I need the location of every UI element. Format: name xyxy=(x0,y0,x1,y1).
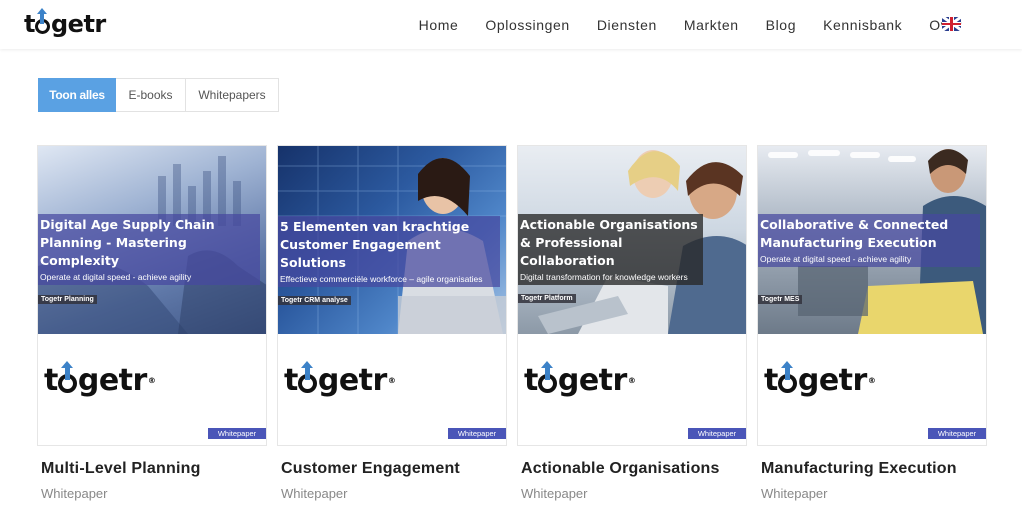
main-nav: Home Oplossingen Diensten Markten Blog K… xyxy=(392,0,962,49)
cover-title: Digital Age Supply Chain Planning - Mast… xyxy=(40,217,215,268)
whitepaper-badge: Whitepaper xyxy=(928,428,986,439)
cover-title-band: Actionable Organisations & Professional … xyxy=(518,214,703,285)
card-cover[interactable]: 5 Elementen van krachtige Customer Engag… xyxy=(277,145,507,446)
card-actionable-organisations[interactable]: Actionable Organisations & Professional … xyxy=(517,145,747,501)
card-title[interactable]: Multi-Level Planning xyxy=(41,460,267,478)
cover-subtitle: Digital transformation for knowledge wor… xyxy=(520,272,688,282)
cover-logo: t getr ® xyxy=(764,361,876,398)
cover-tag: Togetr MES xyxy=(758,295,803,304)
nav-home[interactable]: Home xyxy=(419,17,459,33)
card-type: Whitepaper xyxy=(281,486,348,501)
card-cover[interactable]: Actionable Organisations & Professional … xyxy=(517,145,747,446)
site-header: t getr Home Oplossingen Diensten Markten … xyxy=(0,0,1022,49)
whitepaper-badge: Whitepaper xyxy=(448,428,506,439)
card-customer-engagement[interactable]: 5 Elementen van krachtige Customer Engag… xyxy=(277,145,507,501)
cover-title: Collaborative & Connected Manufacturing … xyxy=(760,217,949,250)
card-multi-level-planning[interactable]: Digital Age Supply Chain Planning - Mast… xyxy=(37,145,267,501)
cover-subtitle: Operate at digital speed - achieve agili… xyxy=(760,254,912,264)
card-type: Whitepaper xyxy=(761,486,828,501)
nav-blog[interactable]: Blog xyxy=(766,17,796,33)
cover-tag: Togetr Platform xyxy=(518,294,576,303)
logo-arrow-icon xyxy=(538,361,558,393)
cover-tag: Togetr Planning xyxy=(38,295,97,304)
card-type: Whitepaper xyxy=(41,486,108,501)
whitepaper-badge: Whitepaper xyxy=(688,428,746,439)
card-title[interactable]: Customer Engagement xyxy=(281,460,507,478)
filter-whitepapers[interactable]: Whitepapers xyxy=(186,78,279,112)
cover-logo: t getr ® xyxy=(284,361,396,398)
cover-title: Actionable Organisations & Professional … xyxy=(520,217,698,268)
nav-diensten[interactable]: Diensten xyxy=(597,17,657,33)
cover-subtitle: Operate at digital speed - achieve agili… xyxy=(40,272,192,282)
cover-subtitle: Effectieve commerciële workforce – agile… xyxy=(280,274,483,284)
whitepaper-badge: Whitepaper xyxy=(208,428,266,439)
filter-show-all[interactable]: Toon alles xyxy=(38,78,116,112)
cover-title: 5 Elementen van krachtige Customer Engag… xyxy=(280,219,470,270)
cover-logo: t getr ® xyxy=(524,361,636,398)
card-title[interactable]: Manufacturing Execution xyxy=(761,460,987,478)
card-cover[interactable]: Digital Age Supply Chain Planning - Mast… xyxy=(37,145,267,446)
uk-flag-icon[interactable] xyxy=(942,17,961,31)
cover-logo: t getr ® xyxy=(44,361,156,398)
logo-arrow-icon xyxy=(298,361,318,393)
card-cover[interactable]: Collaborative & Connected Manufacturing … xyxy=(757,145,987,446)
logo-arrow-icon xyxy=(778,361,798,393)
filter-ebooks[interactable]: E-books xyxy=(116,78,186,112)
nav-markten[interactable]: Markten xyxy=(684,17,739,33)
cover-tag: Togetr CRM analyse xyxy=(278,296,351,305)
nav-oplossingen[interactable]: Oplossingen xyxy=(485,17,569,33)
cover-title-band: 5 Elementen van krachtige Customer Engag… xyxy=(278,216,500,287)
filter-bar: Toon alles E-books Whitepapers xyxy=(38,78,279,112)
logo-wordmark: t getr xyxy=(24,7,106,38)
nav-kennisbank[interactable]: Kennisbank xyxy=(823,17,902,33)
card-type: Whitepaper xyxy=(521,486,588,501)
card-title[interactable]: Actionable Organisations xyxy=(521,460,747,478)
cover-title-band: Collaborative & Connected Manufacturing … xyxy=(758,214,980,267)
logo-arrow-icon xyxy=(35,7,51,34)
logo-arrow-icon xyxy=(58,361,78,393)
site-logo[interactable]: t getr xyxy=(24,7,106,38)
card-manufacturing-execution[interactable]: Collaborative & Connected Manufacturing … xyxy=(757,145,987,501)
cover-title-band: Digital Age Supply Chain Planning - Mast… xyxy=(38,214,260,285)
